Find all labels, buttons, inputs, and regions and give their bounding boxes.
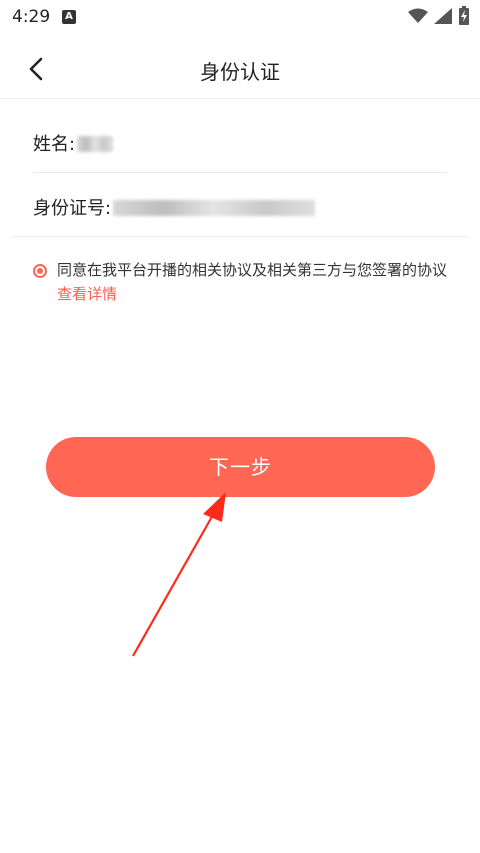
agreement-text-block: 同意在我平台开播的相关协议及相关第三方与您签署的协议查看详情 (57, 258, 457, 306)
agreement-text: 同意在我平台开播的相关协议及相关第三方与您签署的协议 (57, 261, 448, 279)
page-title: 身份认证 (200, 60, 280, 84)
id-number-field[interactable]: 身份证号: (33, 174, 447, 236)
name-field[interactable]: 姓名: (33, 110, 447, 173)
name-label: 姓名: (33, 134, 76, 155)
wifi-icon (408, 8, 428, 23)
id-number-value-redacted (113, 200, 315, 216)
battery-charging-icon (459, 6, 469, 25)
header: 身份认证 (0, 40, 480, 99)
status-time: 4:29 (12, 7, 51, 27)
a-icon: A (62, 10, 76, 24)
id-number-label: 身份证号: (33, 198, 112, 219)
name-value-redacted (77, 136, 113, 152)
agreement-radio[interactable] (33, 264, 47, 278)
next-step-button[interactable]: 下一步 (46, 437, 435, 497)
divider (12, 236, 468, 237)
status-bar: 4:29 A (0, 0, 480, 34)
view-details-link[interactable]: 查看详情 (57, 285, 117, 303)
signal-icon (434, 8, 452, 24)
